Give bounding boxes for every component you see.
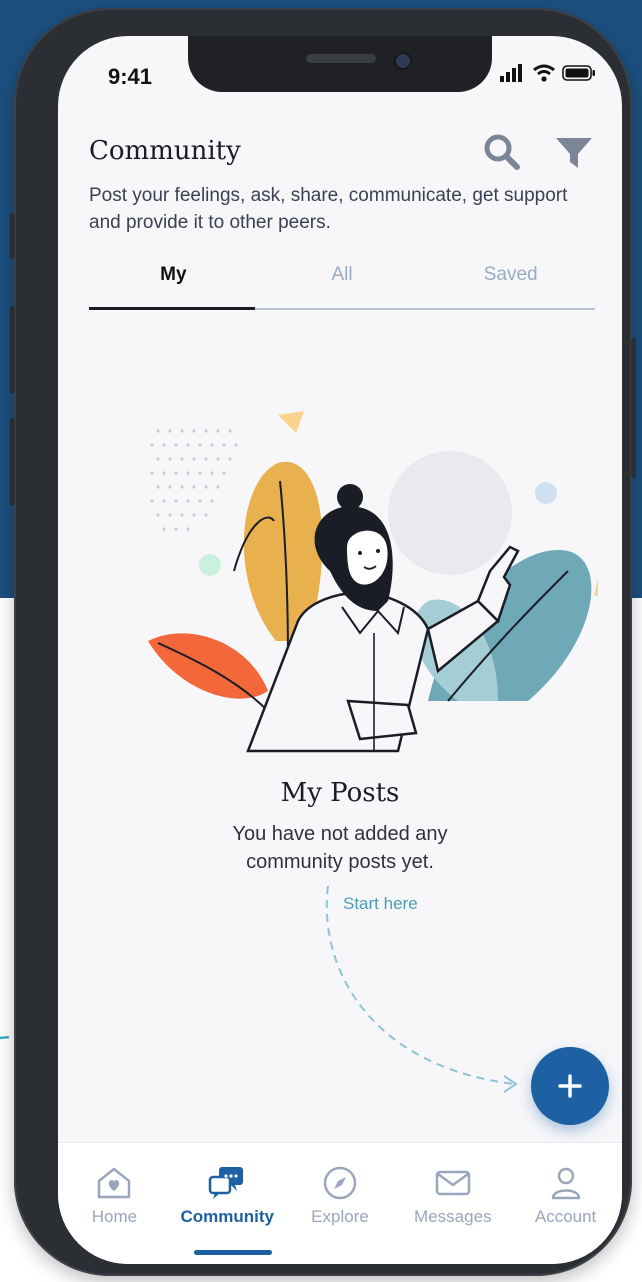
nav-item-community[interactable]: Community bbox=[171, 1143, 284, 1264]
signal-icon bbox=[500, 64, 522, 82]
home-heart-icon bbox=[98, 1167, 131, 1199]
nav-item-messages[interactable]: Messages bbox=[396, 1143, 509, 1264]
bottom-navigation: Home Community Explore Messages Account bbox=[58, 1142, 622, 1264]
mute-switch bbox=[10, 213, 15, 259]
volume-up-button bbox=[10, 306, 15, 394]
nav-label-community: Community bbox=[180, 1207, 274, 1226]
chat-bubbles-icon bbox=[208, 1167, 244, 1199]
nav-label-account: Account bbox=[534, 1207, 597, 1226]
active-nav-indicator bbox=[194, 1250, 272, 1255]
compass-icon bbox=[323, 1166, 357, 1200]
tab-my[interactable]: My bbox=[89, 260, 258, 308]
volume-down-button bbox=[10, 418, 15, 506]
nav-label-home: Home bbox=[91, 1207, 138, 1226]
status-icons bbox=[500, 64, 596, 82]
active-tab-indicator bbox=[89, 307, 255, 310]
start-here-hint: Start here bbox=[343, 894, 418, 913]
empty-state-illustration bbox=[148, 411, 598, 753]
nav-label-messages: Messages bbox=[414, 1207, 492, 1226]
add-post-button[interactable] bbox=[531, 1047, 609, 1125]
start-here-arrow bbox=[325, 886, 518, 1093]
envelope-icon bbox=[435, 1170, 471, 1196]
tab-bar: My All Saved bbox=[89, 260, 595, 310]
page-subtitle: Post your feelings, ask, share, communic… bbox=[89, 185, 568, 233]
filter-icon[interactable] bbox=[554, 132, 594, 172]
empty-state-title: My Posts bbox=[280, 778, 400, 808]
page-title: Community bbox=[89, 136, 241, 166]
battery-icon bbox=[562, 65, 595, 81]
tab-all[interactable]: All bbox=[258, 260, 427, 308]
front-camera bbox=[394, 52, 412, 70]
search-icon[interactable] bbox=[482, 132, 522, 172]
tab-saved[interactable]: Saved bbox=[426, 260, 595, 308]
nav-item-explore[interactable]: Explore bbox=[284, 1143, 397, 1264]
phone-frame: 9:41 Community Post your feelings, ask, … bbox=[10, 8, 636, 1276]
plus-icon bbox=[558, 1074, 582, 1098]
nav-label-explore: Explore bbox=[311, 1207, 369, 1226]
notch bbox=[188, 36, 492, 92]
speaker bbox=[306, 54, 376, 63]
power-button bbox=[631, 338, 636, 478]
app-screen: 9:41 Community Post your feelings, ask, … bbox=[58, 36, 622, 1264]
empty-state-message: You have not added any community posts y… bbox=[232, 823, 448, 873]
status-time: 9:41 bbox=[108, 64, 153, 89]
wifi-icon bbox=[533, 64, 555, 82]
nav-item-account[interactable]: Account bbox=[509, 1143, 622, 1264]
user-icon bbox=[551, 1167, 580, 1200]
nav-item-home[interactable]: Home bbox=[58, 1143, 171, 1264]
